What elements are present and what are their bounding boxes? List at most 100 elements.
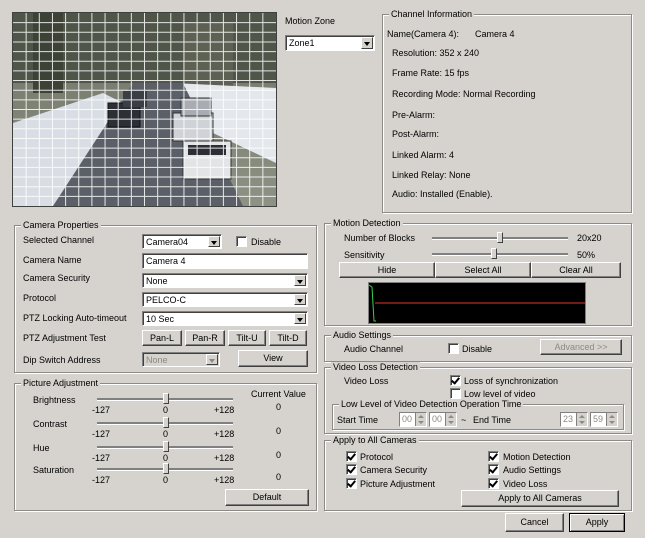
linked-alarm-text: Linked Alarm: 4 <box>392 150 455 160</box>
protocol-select[interactable]: PELCO-C <box>142 292 308 307</box>
saturation-slider-thumb[interactable] <box>163 463 169 474</box>
apply-audio-settings-checkbox[interactable] <box>488 464 499 475</box>
camera-security-value: None <box>146 276 168 286</box>
tilt-up-button[interactable]: Tilt-U <box>228 330 266 346</box>
loss-sync-label: Loss of synchronization <box>464 376 559 386</box>
end-hour-value: 23 <box>563 414 574 424</box>
sensitivity-label: Sensitivity <box>344 250 385 260</box>
pan-right-button[interactable]: Pan-R <box>185 330 225 346</box>
motion-level-graph <box>368 282 586 324</box>
apply-picture-adjustment-checkbox[interactable] <box>346 478 357 489</box>
linked-relay-text: Linked Relay: None <box>392 170 471 180</box>
start-hour-value: 00 <box>402 414 413 424</box>
camera-preview[interactable] <box>12 12 277 207</box>
protocol-label: Protocol <box>23 293 57 303</box>
end-time-label: End Time <box>473 415 512 425</box>
apply-protocol-checkbox[interactable] <box>346 451 357 462</box>
apply-video-loss-checkbox[interactable] <box>488 478 499 489</box>
default-button[interactable]: Default <box>225 489 309 506</box>
saturation-label: Saturation <box>33 465 75 475</box>
low-level-time-title: Low Level of Video Detection Operation T… <box>339 399 524 410</box>
sensitivity-slider-track[interactable] <box>432 253 568 256</box>
selected-channel-select[interactable]: Camera04 <box>142 234 222 249</box>
hide-button[interactable]: Hide <box>339 262 435 278</box>
audio-channel-label: Audio Channel <box>344 344 404 354</box>
end-minute-spinner[interactable]: 59 <box>590 412 618 427</box>
brightness-slider-thumb[interactable] <box>163 393 169 404</box>
hue-current-value: 0 <box>276 450 282 460</box>
current-value-label: Current Value <box>251 389 306 399</box>
dip-switch-select[interactable]: None <box>142 352 220 367</box>
pan-left-button[interactable]: Pan-L <box>142 330 182 346</box>
number-of-blocks-label: Number of Blocks <box>344 233 416 243</box>
low-level-checkbox[interactable] <box>450 388 461 399</box>
brightness-label: Brightness <box>33 395 76 405</box>
spinner-arrows-icon[interactable] <box>576 413 587 426</box>
apply-button[interactable]: Apply <box>569 513 625 532</box>
motion-zone-label: Motion Zone <box>285 16 336 26</box>
chevron-down-icon[interactable] <box>294 275 306 286</box>
start-minute-spinner[interactable]: 00 <box>429 412 457 427</box>
brightness-mid: 0 <box>163 405 169 415</box>
brightness-max: +128 <box>214 405 235 415</box>
start-minute-value: 00 <box>432 414 443 424</box>
chevron-down-icon[interactable] <box>206 354 218 365</box>
spinner-arrows-icon[interactable] <box>415 413 426 426</box>
hue-label: Hue <box>33 443 50 453</box>
apply-motion-detection-checkbox[interactable] <box>488 451 499 462</box>
saturation-mid: 0 <box>163 475 169 485</box>
camera-disable-checkbox[interactable] <box>236 236 247 247</box>
apply-to-all-cameras-button[interactable]: Apply to All Cameras <box>461 490 619 507</box>
advanced-button[interactable]: Advanced >> <box>540 339 622 355</box>
chevron-down-icon[interactable] <box>361 37 373 49</box>
sensitivity-value: 50% <box>577 250 596 260</box>
audio-status-text: Audio: Installed (Enable). <box>392 189 493 199</box>
hue-slider-thumb[interactable] <box>163 441 169 452</box>
motion-detection-title: Motion Detection <box>331 218 403 229</box>
view-button[interactable]: View <box>238 350 308 367</box>
blocks-value: 20x20 <box>577 233 602 243</box>
cancel-button[interactable]: Cancel <box>505 513 564 532</box>
camera-disable-label: Disable <box>251 237 282 247</box>
camera-security-select[interactable]: None <box>142 273 308 288</box>
chevron-down-icon[interactable] <box>294 294 306 305</box>
contrast-min: -127 <box>92 429 111 439</box>
spinner-arrows-icon[interactable] <box>606 413 617 426</box>
motion-trace-line <box>368 284 376 322</box>
saturation-current-value: 0 <box>276 472 282 482</box>
contrast-slider-thumb[interactable] <box>163 417 169 428</box>
sensitivity-slider-thumb[interactable] <box>491 248 497 259</box>
hue-max: +128 <box>214 453 235 463</box>
apply-audio-settings-label: Audio Settings <box>503 465 562 475</box>
brightness-min: -127 <box>92 405 111 415</box>
motion-zone-select[interactable]: Zone1 <box>285 35 375 51</box>
ptz-timeout-select[interactable]: 10 Sec <box>142 311 308 326</box>
video-loss-label: Video Loss <box>344 376 389 386</box>
saturation-min: -127 <box>92 475 111 485</box>
video-loss-title: Video Loss Detection <box>331 362 420 373</box>
frame-rate-text: Frame Rate: 15 fps <box>392 68 470 78</box>
spinner-arrows-icon[interactable] <box>445 413 456 426</box>
loss-sync-checkbox[interactable] <box>450 375 461 386</box>
start-hour-spinner[interactable]: 00 <box>399 412 427 427</box>
blocks-slider-thumb[interactable] <box>497 232 503 243</box>
saturation-max: +128 <box>214 475 235 485</box>
start-time-label: Start Time <box>337 415 379 425</box>
camera-name-field[interactable]: Camera 4 <box>142 253 308 269</box>
audio-disable-checkbox[interactable] <box>448 343 459 354</box>
camera-name-field-label: Camera Name <box>23 255 82 265</box>
end-hour-spinner[interactable]: 23 <box>560 412 588 427</box>
dip-switch-label: Dip Switch Address <box>23 355 101 365</box>
tilt-down-button[interactable]: Tilt-D <box>269 330 307 346</box>
apply-motion-detection-label: Motion Detection <box>503 452 571 462</box>
pre-alarm-text: Pre-Alarm: <box>392 110 436 120</box>
chevron-down-icon[interactable] <box>294 313 306 324</box>
selected-channel-value: Camera04 <box>146 237 189 247</box>
picture-adjustment-title: Picture Adjustment <box>21 378 101 389</box>
motion-level-lines <box>368 284 585 322</box>
chevron-down-icon[interactable] <box>208 236 220 247</box>
clear-all-button[interactable]: Clear All <box>531 262 621 278</box>
apply-camera-security-checkbox[interactable] <box>346 464 357 475</box>
contrast-max: +128 <box>214 429 235 439</box>
select-all-button[interactable]: Select All <box>435 262 531 278</box>
